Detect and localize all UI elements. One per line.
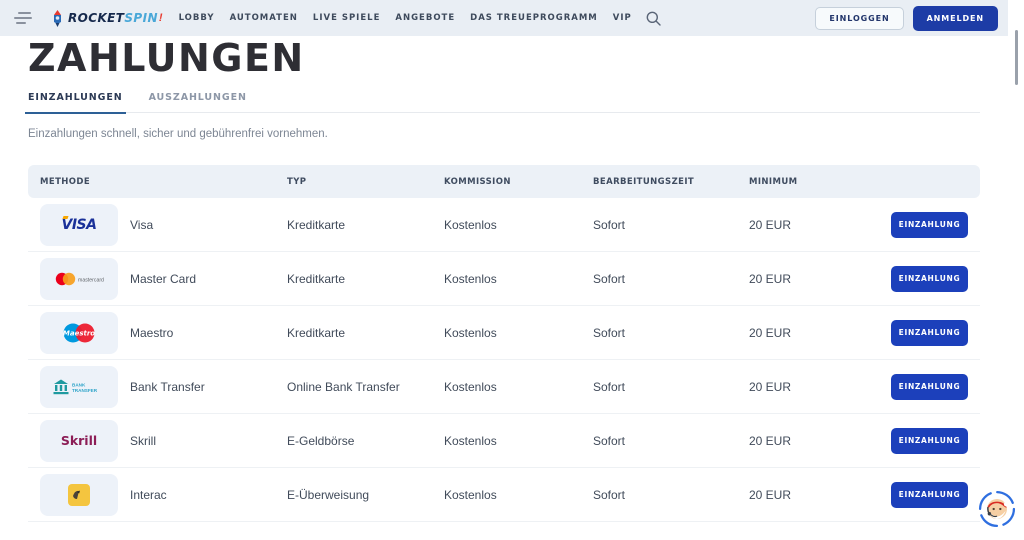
method-typ: E-Überweisung: [275, 488, 432, 502]
search-icon[interactable]: [646, 11, 661, 26]
column-header-methode: METHODE: [40, 177, 275, 187]
column-header-bearbeitungszeit: BEARBEITUNGSZEIT: [581, 177, 737, 187]
method-bearbeitungszeit: Sofort: [581, 380, 737, 394]
einzahlung-button[interactable]: EINZAHLUNG: [891, 266, 968, 292]
method-minimum: 20 EUR: [737, 434, 891, 448]
support-santa-icon: [978, 490, 1016, 528]
einzahlung-button[interactable]: EINZAHLUNG: [891, 374, 968, 400]
method-minimum: 20 EUR: [737, 272, 891, 286]
skrill-logo: Skrill: [40, 420, 118, 462]
maestro-logo: Maestro: [40, 312, 118, 354]
method-minimum: 20 EUR: [737, 218, 891, 232]
method-kommission: Kostenlos: [432, 272, 581, 286]
auth-buttons: EINLOGGEN ANMELDEN: [815, 6, 998, 31]
method-kommission: Kostenlos: [432, 434, 581, 448]
main-nav: LOBBY AUTOMATEN LIVE SPIELE ANGEBOTE DAS TRE…: [179, 13, 632, 23]
svg-text:BANK: BANK: [72, 382, 86, 387]
payments-tabs: EINZAHLUNGEN AUSZAHLUNGEN: [28, 92, 980, 113]
hamburger-menu-icon[interactable]: [14, 12, 34, 24]
scrollbar-thumb[interactable]: [1015, 30, 1018, 85]
einzahlung-button[interactable]: EINZAHLUNG: [891, 428, 968, 454]
nav-item-automaten[interactable]: AUTOMATEN: [230, 13, 298, 23]
column-header-typ: TYP: [275, 177, 432, 187]
bank-transfer-logo: BANKTRANSFER: [40, 366, 118, 408]
einzahlung-button[interactable]: EINZAHLUNG: [891, 482, 968, 508]
page-title: ZAHLUNGEN: [28, 39, 980, 77]
column-header-kommission: KOMMISSION: [432, 177, 581, 187]
logo-text: ROCKETSPIN: [68, 11, 158, 25]
method-name: Bank Transfer: [118, 380, 275, 394]
method-name: Skrill: [118, 434, 275, 448]
logo[interactable]: ROCKETSPIN !: [50, 10, 163, 27]
svg-text:TRANSFER: TRANSFER: [72, 388, 98, 393]
table-row: MaestroMaestroKreditkarteKostenlosSofort…: [28, 306, 980, 360]
method-typ: Kreditkarte: [275, 218, 432, 232]
logo-flame-icon: !: [159, 12, 163, 24]
table-header: METHODE TYP KOMMISSION BEARBEITUNGSZEIT …: [28, 165, 980, 198]
einzahlung-button[interactable]: EINZAHLUNG: [891, 320, 968, 346]
method-bearbeitungszeit: Sofort: [581, 218, 737, 232]
table-row: SkrillSkrillE-GeldbörseKostenlosSofort20…: [28, 414, 980, 468]
method-bearbeitungszeit: Sofort: [581, 434, 737, 448]
chat-widget[interactable]: [978, 490, 1016, 528]
payments-table-body: VISAVisaKreditkarteKostenlosSofort20 EUR…: [28, 198, 980, 522]
payments-page: ZAHLUNGEN EINZAHLUNGEN AUSZAHLUNGEN Einz…: [0, 36, 1008, 522]
method-name: Master Card: [118, 272, 275, 286]
top-navigation-bar: ROCKETSPIN ! LOBBY AUTOMATEN LIVE SPIELE AN…: [0, 0, 1008, 36]
nav-item-vip[interactable]: VIP: [613, 13, 632, 23]
method-bearbeitungszeit: Sofort: [581, 326, 737, 340]
nav-item-angebote[interactable]: ANGEBOTE: [395, 13, 455, 23]
tab-einzahlungen[interactable]: EINZAHLUNGEN: [28, 92, 123, 103]
method-kommission: Kostenlos: [432, 326, 581, 340]
nav-item-live-spiele[interactable]: LIVE SPIELE: [313, 13, 380, 23]
interac-logo: [40, 474, 118, 516]
method-bearbeitungszeit: Sofort: [581, 488, 737, 502]
method-typ: Online Bank Transfer: [275, 380, 432, 394]
mastercard-logo: mastercard: [40, 258, 118, 300]
table-row: VISAVisaKreditkarteKostenlosSofort20 EUR…: [28, 198, 980, 252]
svg-text:mastercard: mastercard: [78, 277, 104, 283]
table-row: BANKTRANSFERBank TransferOnline Bank Tra…: [28, 360, 980, 414]
svg-text:Maestro: Maestro: [63, 329, 95, 337]
table-row: mastercard Master CardKreditkarteKostenlo…: [28, 252, 980, 306]
payments-table: METHODE TYP KOMMISSION BEARBEITUNGSZEIT …: [28, 165, 980, 522]
nav-item-lobby[interactable]: LOBBY: [179, 13, 215, 23]
method-minimum: 20 EUR: [737, 326, 891, 340]
method-name: Visa: [118, 218, 275, 232]
rocket-icon: [50, 10, 65, 27]
column-header-minimum: MINIMUM: [737, 177, 956, 187]
nav-item-das-treueprogramm[interactable]: DAS TREUEPROGRAMM: [470, 13, 598, 23]
method-minimum: 20 EUR: [737, 380, 891, 394]
page-description: Einzahlungen schnell, sicher und gebühre…: [28, 128, 980, 140]
method-kommission: Kostenlos: [432, 218, 581, 232]
login-button[interactable]: EINLOGGEN: [815, 7, 903, 30]
visa-logo: VISA: [40, 204, 118, 246]
tab-auszahlungen[interactable]: AUSZAHLUNGEN: [149, 92, 247, 103]
signup-button[interactable]: ANMELDEN: [913, 6, 998, 31]
method-typ: E-Geldbörse: [275, 434, 432, 448]
method-kommission: Kostenlos: [432, 380, 581, 394]
method-name: Interac: [118, 488, 275, 502]
method-typ: Kreditkarte: [275, 326, 432, 340]
method-bearbeitungszeit: Sofort: [581, 272, 737, 286]
method-name: Maestro: [118, 326, 275, 340]
table-row: InteracE-ÜberweisungKostenlosSofort20 EU…: [28, 468, 980, 522]
method-typ: Kreditkarte: [275, 272, 432, 286]
method-kommission: Kostenlos: [432, 488, 581, 502]
einzahlung-button[interactable]: EINZAHLUNG: [891, 212, 968, 238]
method-minimum: 20 EUR: [737, 488, 891, 502]
